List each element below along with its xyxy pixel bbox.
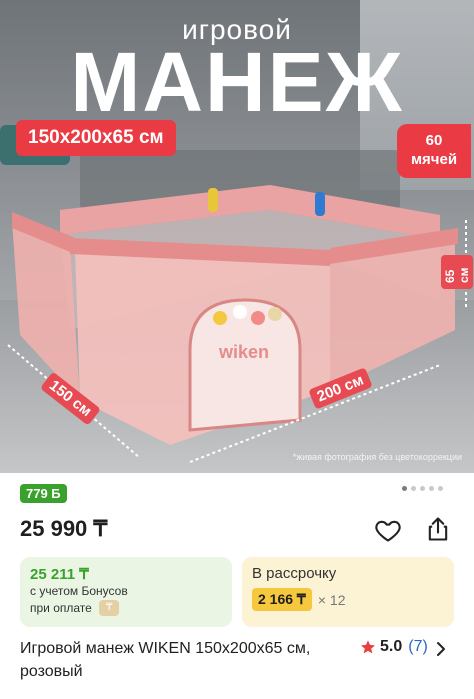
rating-count[interactable]: (7) — [408, 638, 428, 656]
bonus-price-line1: с учетом Бонусов — [30, 584, 128, 598]
share-button[interactable] — [424, 515, 452, 543]
photo-note: *живая фотография без цветокоррекции — [292, 452, 462, 462]
bonus-badge: 779 Б — [20, 484, 67, 503]
bonus-price-line2: при оплате — [30, 601, 92, 615]
installment-card[interactable]: В рассрочку 2 166 ₸ × 12 — [242, 557, 454, 627]
bonus-price-card[interactable]: 25 211 ₸ с учетом Бонусов при оплате ₸ — [20, 557, 232, 627]
brand-on-product: wiken — [218, 342, 269, 362]
rating-value: 5.0 — [380, 638, 403, 655]
product-title: Игровой манеж WIKEN 150x200x65 см, розов… — [20, 640, 311, 680]
installment-amount: 2 166 ₸ — [252, 588, 312, 611]
reviews-chevron[interactable] — [434, 640, 448, 663]
ball-white — [233, 305, 247, 319]
share-icon — [428, 517, 448, 541]
product-price: 25 990 ₸ — [20, 516, 108, 541]
installment-multiplier: × 12 — [317, 591, 346, 608]
bonus-price-amount: 25 211 ₸ — [30, 566, 89, 583]
toy-ring-blue — [315, 192, 325, 216]
label-height: 65 см — [441, 255, 473, 289]
chevron-right-icon — [437, 642, 445, 656]
ball-pink — [251, 311, 265, 325]
ball-yellow — [213, 311, 227, 325]
favorite-button[interactable] — [374, 516, 402, 544]
gallery-dot[interactable] — [429, 486, 434, 491]
gallery-dot[interactable] — [411, 486, 416, 491]
gallery-dot[interactable] — [438, 486, 443, 491]
heart-icon — [375, 520, 401, 542]
gallery-pagination[interactable] — [402, 486, 443, 491]
ball-beige — [268, 307, 282, 321]
star-icon — [361, 640, 375, 654]
installment-label: В рассрочку — [252, 565, 337, 582]
playpen-door-window — [188, 298, 302, 432]
toy-ring-yellow — [208, 188, 218, 212]
gallery-dot[interactable] — [420, 486, 425, 491]
product-image[interactable]: игровой МАНЕЖ 150х200х65 см 60 мячей wik… — [0, 0, 474, 473]
gallery-dot[interactable] — [402, 486, 407, 491]
wallet-icon: ₸ — [99, 599, 120, 616]
product-rating[interactable]: 5.0 (7) — [360, 638, 428, 656]
